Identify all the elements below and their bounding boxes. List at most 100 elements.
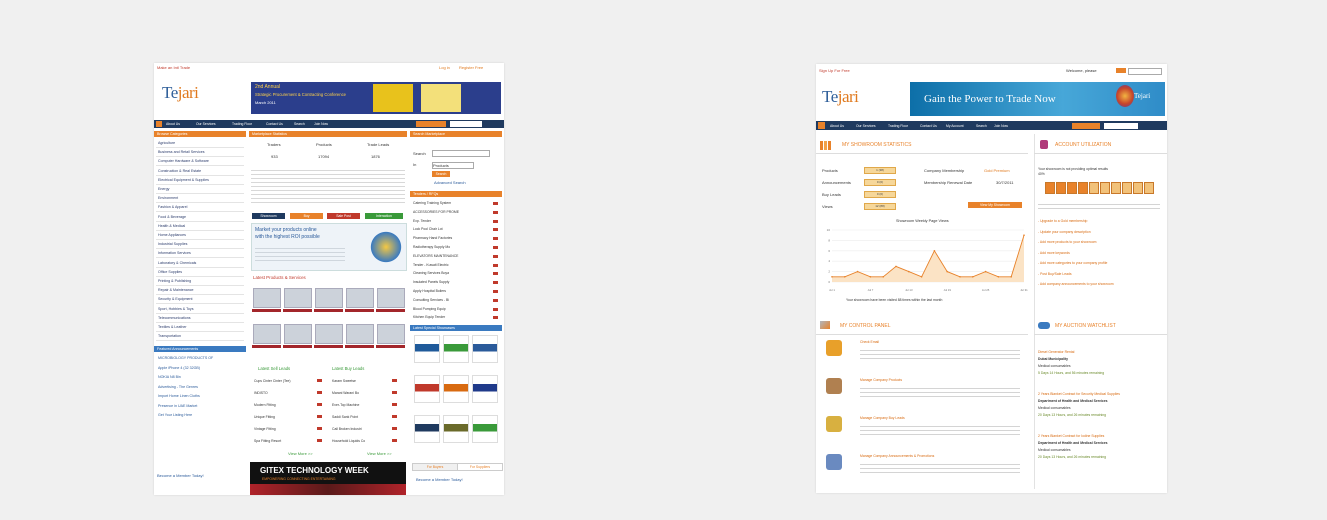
register-link[interactable]: Register Free: [459, 65, 483, 70]
product-caption-bar[interactable]: [283, 309, 312, 312]
nav-services[interactable]: Our Services: [196, 122, 216, 126]
sell-lead-item[interactable]: INDISTO: [254, 391, 268, 395]
nav-join[interactable]: Join Now: [994, 124, 1008, 128]
auction-title[interactable]: Diesel Generator Rental: [1038, 350, 1074, 354]
tender-item[interactable]: Tender - Kuwait Electric: [413, 263, 449, 267]
category-item[interactable]: Printing & Publishing: [158, 279, 191, 283]
partner-logo[interactable]: [414, 335, 440, 363]
category-item[interactable]: Electrical Equipment & Supplies: [158, 178, 209, 182]
partner-logo[interactable]: [472, 335, 498, 363]
buy-lead-item[interactable]: Ever-Top Machine: [332, 403, 359, 407]
buy-lead-item[interactable]: Call Broken Industri: [332, 427, 362, 431]
tab-for-buyers[interactable]: For Buyers: [412, 463, 458, 471]
tab-showroom[interactable]: Showroom: [252, 213, 285, 219]
account-issue-link[interactable]: - Add more keywords: [1038, 251, 1070, 255]
product-caption-bar[interactable]: [283, 345, 312, 348]
top-login-button[interactable]: [1116, 68, 1126, 73]
product-caption-bar[interactable]: [345, 309, 374, 312]
product-thumbnail[interactable]: [253, 288, 281, 308]
product-thumbnail[interactable]: [346, 324, 374, 344]
buy-lead-item[interactable]: Household Liquids Co: [332, 439, 365, 443]
partner-logo[interactable]: [443, 375, 469, 403]
nav-search-input[interactable]: [450, 121, 482, 127]
buy-lead-item[interactable]: Karam Sweetse: [332, 379, 356, 383]
buy-lead-item[interactable]: Saddi Sank Point: [332, 415, 358, 419]
account-issue-link[interactable]: - Add more categories to your company pr…: [1038, 261, 1107, 265]
product-caption-bar[interactable]: [314, 345, 343, 348]
advanced-search-link[interactable]: Advanced Search: [434, 180, 466, 185]
tender-item[interactable]: Catering Training System: [413, 201, 451, 205]
partner-logo[interactable]: [443, 415, 469, 443]
product-thumbnail[interactable]: [284, 288, 312, 308]
partner-logo[interactable]: [472, 375, 498, 403]
nav-search-input[interactable]: [1104, 122, 1138, 129]
product-thumbnail[interactable]: [377, 324, 405, 344]
signup-tagline[interactable]: Sign Up For Free: [819, 68, 850, 73]
promo-box[interactable]: Market your products online with the hig…: [251, 223, 407, 271]
category-item[interactable]: Environment: [158, 196, 178, 200]
product-caption-bar[interactable]: [345, 345, 374, 348]
category-item[interactable]: Sport, Hobbies & Toys: [158, 307, 194, 311]
tender-item[interactable]: ACCESSORIES FOR PROME: [413, 210, 459, 214]
partner-logo[interactable]: [414, 375, 440, 403]
account-issue-link[interactable]: - Add company announcements to your show…: [1038, 282, 1114, 286]
nav-trading[interactable]: Trading Floor: [888, 124, 908, 128]
nav-services[interactable]: Our Services: [856, 124, 876, 128]
tejari-logo[interactable]: Tejari: [822, 87, 859, 107]
featured-item[interactable]: Presence in UAE Market: [158, 404, 197, 408]
tender-item[interactable]: Insulated Panels Supply: [413, 280, 449, 284]
product-caption-bar[interactable]: [252, 345, 281, 348]
tender-item[interactable]: Kitchen Equip Tender: [413, 315, 445, 319]
tab-sale-post[interactable]: Sale Post: [327, 213, 360, 219]
search-input[interactable]: [432, 150, 490, 157]
control-panel-title[interactable]: Manage Company Products: [860, 378, 902, 382]
product-thumbnail[interactable]: [315, 288, 343, 308]
tender-item[interactable]: Blood Pumping Equip: [413, 307, 446, 311]
search-select[interactable]: Products: [432, 162, 474, 169]
home-icon[interactable]: [156, 121, 162, 127]
nav-my-account[interactable]: My Account: [946, 124, 964, 128]
sell-leads-more[interactable]: View More >>: [288, 451, 313, 456]
product-caption-bar[interactable]: [252, 309, 281, 312]
bottom-promo-link[interactable]: Become a Member Today!: [157, 473, 204, 478]
tender-item[interactable]: Pharmacy Hand Factories: [413, 236, 452, 240]
control-panel-title[interactable]: Manage Company Buy Leads: [860, 416, 905, 420]
category-item[interactable]: Transportation: [158, 334, 181, 338]
featured-item[interactable]: Advertising - The Genres: [158, 385, 198, 389]
search-button[interactable]: Search: [432, 171, 450, 177]
nav-about[interactable]: About Us: [830, 124, 844, 128]
tab-for-suppliers[interactable]: For Suppliers: [457, 463, 503, 471]
category-item[interactable]: Health & Medical: [158, 224, 185, 228]
category-item[interactable]: Construction & Real Estate: [158, 169, 201, 173]
nav-search[interactable]: Search: [976, 124, 987, 128]
account-issue-link[interactable]: - Update your company description: [1038, 230, 1091, 234]
category-item[interactable]: Textiles & Leather: [158, 325, 187, 329]
tender-item[interactable]: Consulting Services - Bi: [413, 298, 449, 302]
tab-interaction[interactable]: Interaction: [365, 213, 403, 219]
buy-lead-item[interactable]: Marani Warani Bo: [332, 391, 359, 395]
category-item[interactable]: Computer Hardware & Software: [158, 159, 209, 163]
product-thumbnail[interactable]: [284, 324, 312, 344]
category-item[interactable]: Information Services: [158, 251, 191, 255]
featured-item[interactable]: MICROBIOLOGY PRODUCTS OF: [158, 356, 213, 360]
featured-item[interactable]: Get Your Listing Here: [158, 413, 192, 417]
power-banner[interactable]: Gain the Power to Trade Now Tejari: [910, 82, 1165, 116]
login-link[interactable]: Log in: [439, 65, 450, 70]
gitex-banner[interactable]: GITEX TECHNOLOGY WEEK EMPOWERING CONNECT…: [250, 462, 406, 495]
tender-item[interactable]: Cleaning Services Boya: [413, 271, 449, 275]
category-item[interactable]: Agriculture: [158, 141, 175, 145]
nav-trading[interactable]: Trading Floor: [232, 122, 252, 126]
category-item[interactable]: Industrial Supplies: [158, 242, 187, 246]
partner-logo[interactable]: [414, 415, 440, 443]
nav-contact[interactable]: Contact Us: [920, 124, 937, 128]
partner-logo[interactable]: [472, 415, 498, 443]
account-issue-link[interactable]: - Upgrade to a Gold membership: [1038, 219, 1087, 223]
product-thumbnail[interactable]: [315, 324, 343, 344]
category-item[interactable]: Office Supplies: [158, 270, 182, 274]
conference-banner[interactable]: 2nd Annual Strategic Procurement & Contr…: [251, 82, 501, 114]
home-icon[interactable]: [818, 122, 825, 129]
tender-item[interactable]: Lock Pool Chair Lot: [413, 227, 443, 231]
tender-item[interactable]: Apply Hospital Boilers: [413, 289, 446, 293]
featured-item[interactable]: Import Home Linen Cloths: [158, 394, 200, 398]
nav-about[interactable]: About Us: [166, 122, 180, 126]
